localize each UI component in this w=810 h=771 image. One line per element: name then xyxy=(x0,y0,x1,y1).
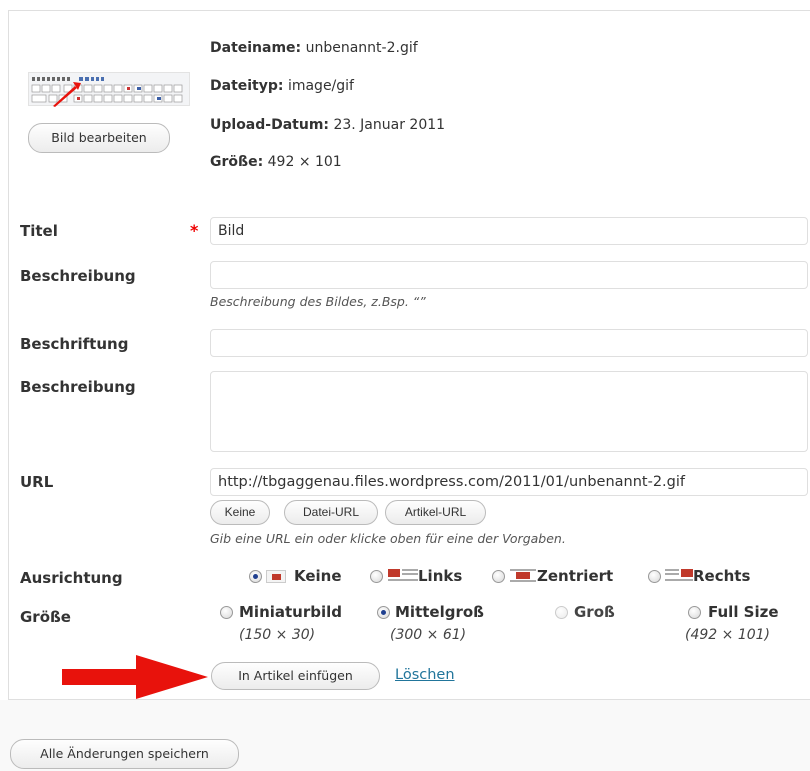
image-thumbnail xyxy=(28,72,190,107)
align-left-radio[interactable] xyxy=(370,570,383,583)
size-medium-dims: (300 × 61) xyxy=(390,627,467,643)
align-none-label[interactable]: Keine xyxy=(294,567,342,585)
filetype-value: image/gif xyxy=(287,78,354,94)
align-center-icon xyxy=(510,569,536,584)
size-thumbnail-radio[interactable] xyxy=(220,606,233,619)
upload-date-row: Upload-Datum: 23. Januar 2011 xyxy=(210,117,445,133)
size-large-radio xyxy=(555,606,568,619)
description-input[interactable] xyxy=(210,261,808,289)
align-right-icon xyxy=(665,569,693,584)
size-thumbnail-label[interactable]: Miniaturbild xyxy=(239,603,342,621)
align-left-label[interactable]: Links xyxy=(418,567,462,585)
description-help: Beschreibung des Bildes, z.Bsp. “” xyxy=(210,294,426,309)
delete-link[interactable]: Löschen xyxy=(395,667,455,683)
insert-into-post-button[interactable]: In Artikel einfügen xyxy=(211,662,380,690)
size-full-radio[interactable] xyxy=(688,606,701,619)
long-description-label: Beschreibung xyxy=(20,378,136,396)
filetype-label: Dateityp: xyxy=(210,78,284,94)
url-label: URL xyxy=(20,473,54,491)
upload-date-label: Upload-Datum: xyxy=(210,117,329,133)
align-right-radio[interactable] xyxy=(648,570,661,583)
size-full-label[interactable]: Full Size xyxy=(708,603,779,621)
url-input[interactable]: http://tbgaggenau.files.wordpress.com/20… xyxy=(210,468,808,496)
align-right-label[interactable]: Rechts xyxy=(693,567,750,585)
align-center-label[interactable]: Zentriert xyxy=(537,567,613,585)
alignment-label: Ausrichtung xyxy=(20,569,123,587)
size-medium-label[interactable]: Mittelgroß xyxy=(395,603,484,621)
url-file-button[interactable]: Datei-URL xyxy=(284,500,378,525)
red-arrow-icon xyxy=(62,655,208,699)
align-center-radio[interactable] xyxy=(492,570,505,583)
size-full-dims: (492 × 101) xyxy=(685,627,770,643)
filename-label: Dateiname: xyxy=(210,40,302,56)
align-none-radio[interactable] xyxy=(249,570,262,583)
url-article-button[interactable]: Artikel-URL xyxy=(385,500,486,525)
caption-label: Beschriftung xyxy=(20,335,129,353)
save-all-changes-button[interactable]: Alle Änderungen speichern xyxy=(10,739,239,769)
filename-value: unbenannt-2.gif xyxy=(305,40,418,56)
long-description-textarea[interactable] xyxy=(210,371,808,452)
filename-row: Dateiname: unbenannt-2.gif xyxy=(210,40,418,56)
image-size-value: 492 × 101 xyxy=(267,154,342,170)
description-label: Beschreibung xyxy=(20,267,136,285)
toolbar-preview-graphic xyxy=(31,77,183,107)
size-large-label: Groß xyxy=(574,603,615,621)
size-thumbnail-dims: (150 × 30) xyxy=(239,627,316,643)
title-input[interactable]: Bild xyxy=(210,217,808,245)
image-size-row: Größe: 492 × 101 xyxy=(210,154,342,170)
title-label: Titel xyxy=(20,222,58,240)
align-left-icon xyxy=(388,569,418,584)
edit-image-button[interactable]: Bild bearbeiten xyxy=(28,123,170,153)
image-size-label: Größe: xyxy=(210,154,264,170)
url-help: Gib eine URL ein oder klicke oben für ei… xyxy=(210,531,566,546)
filetype-row: Dateityp: image/gif xyxy=(210,78,354,94)
size-medium-radio[interactable] xyxy=(377,606,390,619)
caption-input[interactable] xyxy=(210,329,808,357)
align-none-icon xyxy=(266,570,286,583)
size-label: Größe xyxy=(20,608,71,626)
required-marker: * xyxy=(190,221,199,240)
upload-date-value: 23. Januar 2011 xyxy=(333,117,446,133)
url-none-button[interactable]: Keine xyxy=(210,500,270,525)
